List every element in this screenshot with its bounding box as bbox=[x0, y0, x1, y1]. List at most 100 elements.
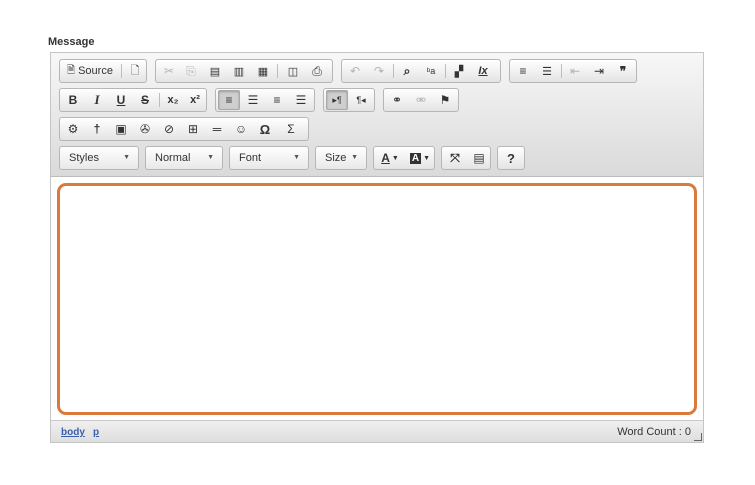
image-button[interactable]: ▣ bbox=[110, 119, 132, 139]
omega-icon: Ω bbox=[259, 121, 271, 137]
editor-content-area[interactable] bbox=[57, 183, 697, 415]
blockquote-button[interactable]: ❞ bbox=[612, 61, 634, 81]
table-button[interactable]: ⊞ bbox=[182, 119, 204, 139]
source-icon: 🗎 bbox=[67, 64, 76, 76]
format-combo-label: Normal bbox=[155, 152, 191, 164]
help-icon: ? bbox=[507, 150, 515, 166]
strikethrough-button[interactable]: S bbox=[134, 90, 156, 110]
rtl-icon: ¶◂ bbox=[356, 94, 366, 105]
preview-button[interactable]: ◫ bbox=[282, 61, 304, 81]
editor-toolbar: 🗎 Source 🗋 ✂ ⎘ ▤ ▥ ▦ ◫ ⎙ ↶ ↷ ⌕ ᵇa ▞ Ix ≡… bbox=[51, 53, 703, 177]
ltr-button[interactable]: ▸¶ bbox=[326, 90, 348, 110]
word-count: Word Count : 0 bbox=[617, 426, 691, 438]
outdent-button[interactable]: ⇤ bbox=[564, 61, 586, 81]
unlink-icon: ⚮ bbox=[415, 93, 427, 107]
path-item-p[interactable]: p bbox=[93, 427, 99, 438]
undo-button[interactable]: ↶ bbox=[344, 61, 366, 81]
superscript-icon: x² bbox=[190, 94, 200, 106]
indent-icon: ⇥ bbox=[593, 64, 605, 78]
table-icon: ⊞ bbox=[187, 122, 199, 136]
ltr-icon: ▸¶ bbox=[332, 94, 342, 105]
numbered-list-icon: ≡ bbox=[519, 64, 527, 78]
size-combo[interactable]: Size ▼ bbox=[315, 146, 367, 170]
remove-format-button[interactable]: Ix bbox=[472, 61, 494, 81]
flag-icon: ⚑ bbox=[439, 93, 451, 107]
sigma-icon: Σ bbox=[287, 122, 295, 136]
horizontal-rule-icon: ═ bbox=[212, 122, 222, 136]
align-right-button[interactable]: ≡ bbox=[266, 90, 288, 110]
italic-button[interactable]: I bbox=[86, 90, 108, 110]
clipboard-group: ✂ ⎘ ▤ ▥ ▦ ◫ ⎙ bbox=[155, 59, 333, 83]
maximize-button[interactable]: ⤧ bbox=[444, 148, 466, 168]
align-left-button[interactable]: ≡ bbox=[218, 90, 240, 110]
path-item-body[interactable]: body bbox=[61, 427, 85, 438]
select-all-button[interactable]: ▞ bbox=[448, 61, 470, 81]
copy-icon: ⎘ bbox=[186, 63, 196, 78]
numbered-list-button[interactable]: ≡ bbox=[512, 61, 534, 81]
flash-button[interactable]: ✇ bbox=[134, 119, 156, 139]
align-center-icon: ☰ bbox=[247, 93, 259, 107]
underline-icon: U bbox=[116, 93, 126, 107]
resize-handle-icon[interactable] bbox=[694, 433, 702, 441]
bg-color-icon: A bbox=[409, 152, 422, 164]
align-right-icon: ≡ bbox=[273, 93, 281, 107]
indent-button[interactable]: ⇥ bbox=[588, 61, 610, 81]
redo-button[interactable]: ↷ bbox=[368, 61, 390, 81]
copy-button[interactable]: ⎘ bbox=[180, 61, 202, 81]
quote-icon: ❞ bbox=[619, 64, 627, 78]
youtube-button[interactable]: ⊘ bbox=[158, 119, 180, 139]
source-button[interactable]: 🗎 Source bbox=[62, 61, 118, 81]
find-button[interactable]: ⌕ bbox=[396, 61, 418, 81]
align-justify-button[interactable]: ☰ bbox=[290, 90, 312, 110]
colors-group: A ▼ A ▼ bbox=[373, 146, 435, 170]
new-page-button[interactable]: 🗋 bbox=[124, 61, 146, 81]
font-combo[interactable]: Font ▼ bbox=[229, 146, 309, 170]
cut-button[interactable]: ✂ bbox=[158, 61, 180, 81]
chevron-down-icon: ▼ bbox=[123, 154, 130, 161]
image-icon: ▣ bbox=[115, 122, 127, 136]
outdent-icon: ⇤ bbox=[569, 64, 581, 78]
help-button[interactable]: ? bbox=[500, 148, 522, 168]
replace-button[interactable]: ᵇa bbox=[420, 61, 442, 81]
smiley-icon: ☺ bbox=[234, 122, 248, 136]
link-group: ⚭ ⚮ ⚑ bbox=[383, 88, 459, 112]
paste-word-button[interactable]: ▦ bbox=[252, 61, 274, 81]
pin-icon: † bbox=[93, 122, 101, 136]
subscript-button[interactable]: x₂ bbox=[162, 90, 184, 110]
bulleted-list-icon: ☰ bbox=[542, 65, 552, 78]
link-button[interactable]: ⚭ bbox=[386, 90, 408, 110]
styles-combo[interactable]: Styles ▼ bbox=[59, 146, 139, 170]
align-center-button[interactable]: ☰ bbox=[242, 90, 264, 110]
no-entry-icon: ⊘ bbox=[163, 122, 175, 136]
bold-button[interactable]: B bbox=[62, 90, 84, 110]
clipboard-icon: ▤ bbox=[209, 65, 221, 78]
rtl-button[interactable]: ¶◂ bbox=[350, 90, 372, 110]
paste-button[interactable]: ▤ bbox=[204, 61, 226, 81]
align-left-icon: ≡ bbox=[225, 93, 233, 107]
anchor-button[interactable]: ⚑ bbox=[434, 90, 456, 110]
unlink-button[interactable]: ⚮ bbox=[410, 90, 432, 110]
editor-status-bar: body p Word Count : 0 bbox=[51, 420, 703, 442]
chevron-down-icon: ▼ bbox=[293, 154, 300, 161]
smiley-button[interactable]: ☺ bbox=[230, 119, 252, 139]
pin-button[interactable]: † bbox=[86, 119, 108, 139]
redo-icon: ↷ bbox=[373, 64, 385, 78]
chevron-down-icon: ▼ bbox=[351, 154, 358, 161]
bg-color-button[interactable]: A ▼ bbox=[407, 148, 433, 168]
field-label: Message bbox=[48, 36, 95, 48]
bold-icon: B bbox=[68, 93, 78, 107]
underline-button[interactable]: U bbox=[110, 90, 132, 110]
special-char-button[interactable]: Ω bbox=[254, 119, 276, 139]
embed-button[interactable]: ⚙ bbox=[62, 119, 84, 139]
text-color-button[interactable]: A ▼ bbox=[377, 148, 403, 168]
bulleted-list-button[interactable]: ☰ bbox=[536, 61, 558, 81]
format-combo[interactable]: Normal ▼ bbox=[145, 146, 223, 170]
show-blocks-button[interactable]: ▤ bbox=[468, 148, 490, 168]
math-button[interactable]: Σ bbox=[280, 119, 302, 139]
superscript-button[interactable]: x² bbox=[184, 90, 206, 110]
source-group: 🗎 Source 🗋 bbox=[59, 59, 147, 83]
document-icon: 🗋 bbox=[130, 64, 140, 77]
print-button[interactable]: ⎙ bbox=[306, 61, 328, 81]
horizontal-rule-button[interactable]: ═ bbox=[206, 119, 228, 139]
paste-text-button[interactable]: ▥ bbox=[228, 61, 250, 81]
